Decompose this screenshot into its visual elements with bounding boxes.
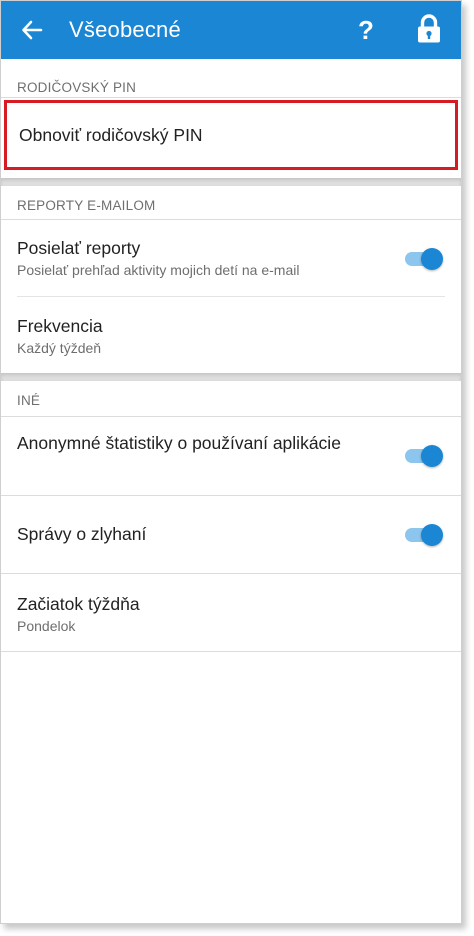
reset-pin-label: Obnoviť rodičovský PIN bbox=[19, 124, 203, 145]
toggle-thumb bbox=[421, 445, 443, 467]
anonymous-stats-toggle[interactable] bbox=[403, 443, 443, 469]
crash-reports-title: Správy o zlyhaní bbox=[17, 524, 147, 544]
week-start-title: Začiatok týždňa bbox=[17, 594, 140, 614]
crash-reports-item[interactable]: Správy o zlyhaní bbox=[1, 496, 461, 573]
settings-screen: Všeobecné ? RODIČOVSKÝ PIN Obnoviť rodič… bbox=[0, 0, 462, 924]
send-reports-item[interactable]: Posielať reporty Posielať prehľad aktivi… bbox=[1, 220, 461, 296]
week-start-item[interactable]: Začiatok týždňa Pondelok bbox=[1, 574, 461, 651]
frequency-item[interactable]: Frekvencia Každý týždeň bbox=[1, 297, 461, 373]
anonymous-stats-title: Anonymné štatistiky o používaní aplikáci… bbox=[17, 433, 341, 453]
toggle-thumb bbox=[421, 248, 443, 270]
send-reports-subtitle: Posielať prehľad aktivity mojich detí na… bbox=[17, 262, 300, 278]
send-reports-title: Posielať reporty bbox=[17, 238, 141, 258]
week-start-value: Pondelok bbox=[17, 618, 76, 634]
app-bar: Všeobecné ? bbox=[1, 1, 461, 59]
frequency-value: Každý týždeň bbox=[17, 340, 102, 356]
help-button[interactable]: ? bbox=[353, 14, 379, 46]
frequency-title: Frekvencia bbox=[17, 316, 103, 336]
section-separator bbox=[1, 178, 461, 186]
arrow-left-icon bbox=[22, 20, 43, 40]
section-separator bbox=[1, 373, 461, 381]
section-header-pin: RODIČOVSKÝ PIN bbox=[17, 80, 137, 95]
divider bbox=[1, 97, 461, 98]
back-button[interactable] bbox=[17, 15, 47, 45]
divider bbox=[1, 651, 461, 652]
lock-icon bbox=[418, 14, 440, 43]
page-title: Všeobecné bbox=[69, 17, 181, 42]
send-reports-toggle[interactable] bbox=[403, 246, 443, 272]
section-header-email-reports: REPORTY E-MAILOM bbox=[17, 198, 156, 213]
toggle-thumb bbox=[421, 524, 443, 546]
lock-button[interactable] bbox=[416, 14, 442, 44]
crash-reports-toggle[interactable] bbox=[403, 522, 443, 548]
reset-pin-item[interactable]: Obnoviť rodičovský PIN bbox=[4, 100, 458, 170]
section-header-other: INÉ bbox=[17, 393, 41, 408]
anonymous-stats-item[interactable]: Anonymné štatistiky o používaní aplikáci… bbox=[1, 417, 461, 495]
